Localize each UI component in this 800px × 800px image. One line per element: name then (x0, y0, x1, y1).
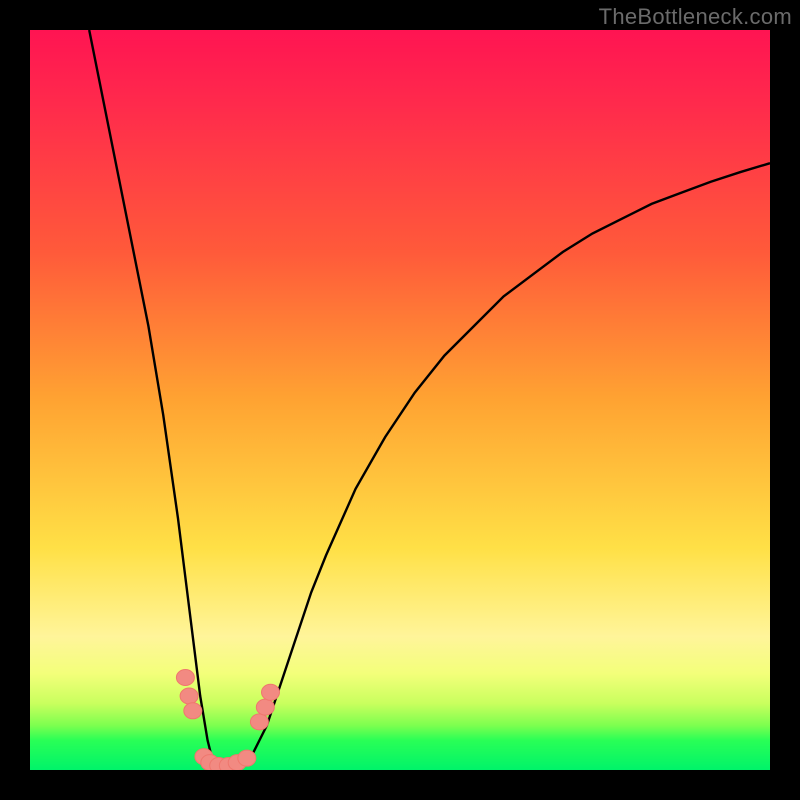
chart-svg (30, 30, 770, 770)
curve-marker (176, 670, 194, 686)
curve-marker (256, 699, 274, 715)
bottleneck-curve (89, 30, 770, 770)
curve-marker (238, 750, 256, 766)
curve-marker (180, 688, 198, 704)
curve-marker (184, 703, 202, 719)
plot-area (30, 30, 770, 770)
curve-marker (250, 714, 268, 730)
curve-marker (262, 684, 280, 700)
chart-frame: TheBottleneck.com (0, 0, 800, 800)
watermark-text: TheBottleneck.com (599, 4, 792, 30)
curve-markers (176, 670, 279, 771)
